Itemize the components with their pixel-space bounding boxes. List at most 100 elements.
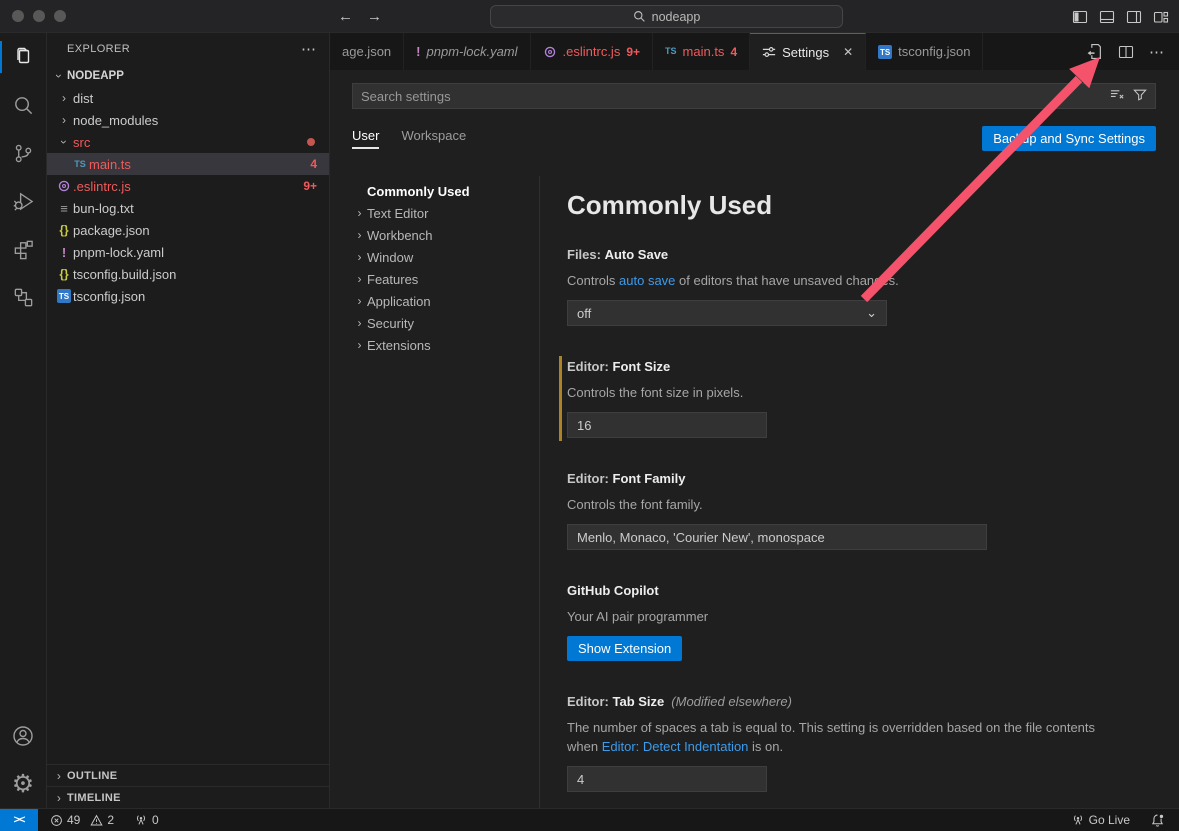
zoom-window-button[interactable] xyxy=(54,10,66,22)
activitybar-accounts[interactable] xyxy=(0,712,46,760)
activitybar-manage-gear[interactable]: ⚙ xyxy=(0,760,46,808)
toggle-panel-icon[interactable] xyxy=(1099,9,1115,25)
settings-scope-user[interactable]: User xyxy=(352,128,379,149)
navigate-forward-icon[interactable]: → xyxy=(367,8,382,25)
toc-item-features[interactable]: ›Features xyxy=(330,268,539,290)
minimize-window-button[interactable] xyxy=(33,10,45,22)
tree-item-label: node_modules xyxy=(73,113,158,128)
setting-select[interactable]: off⌄ xyxy=(567,300,887,326)
notifications-status-item[interactable] xyxy=(1144,813,1171,828)
tab-age-json[interactable]: age.json xyxy=(330,33,404,70)
tree-item-label: src xyxy=(73,135,90,150)
settings-search-box[interactable] xyxy=(352,83,1156,109)
tree-item-dist[interactable]: ›dist xyxy=(47,87,329,109)
tree-item-label: tsconfig.json xyxy=(73,289,145,304)
tab--eslintrc-js[interactable]: .eslintrc.js9+ xyxy=(531,33,653,70)
sidebar-panels: ›OUTLINE›TIMELINE xyxy=(47,764,329,808)
file-icon-slot: {} xyxy=(55,268,73,280)
tab-label: .eslintrc.js xyxy=(563,44,621,59)
tree-item-label: main.ts xyxy=(89,157,131,172)
tree-item-src[interactable]: ›src xyxy=(47,131,329,153)
activitybar-extensions[interactable] xyxy=(0,225,46,273)
file-icon-slot: ≡ xyxy=(55,202,73,215)
tree-item--eslintrc-js[interactable]: .eslintrc.js9+ xyxy=(47,175,329,197)
setting-input[interactable]: Menlo, Monaco, 'Courier New', monospace xyxy=(567,524,987,550)
setting-description-link[interactable]: auto save xyxy=(619,273,675,288)
setting-control: Menlo, Monaco, 'Courier New', monospace xyxy=(567,524,1127,550)
file-icon-slot: ! xyxy=(55,246,73,259)
tab-label: age.json xyxy=(342,44,391,59)
toc-label: Security xyxy=(367,316,414,331)
select-value: off xyxy=(577,306,591,321)
tree-item-node-modules[interactable]: ›node_modules xyxy=(47,109,329,131)
setting-description: The number of spaces a tab is equal to. … xyxy=(567,718,1127,756)
tab-settings[interactable]: Settings✕ xyxy=(750,33,866,70)
settings-scope-workspace[interactable]: Workspace xyxy=(401,128,466,149)
activitybar-explorer[interactable] xyxy=(0,33,46,81)
setting-input[interactable]: 16 xyxy=(567,412,767,438)
customize-layout-icon[interactable] xyxy=(1153,9,1169,25)
show-extension-button[interactable]: Show Extension xyxy=(567,636,682,661)
toggle-primary-sidebar-icon[interactable] xyxy=(1072,9,1088,25)
tab-tsconfig-json[interactable]: TStsconfig.json xyxy=(866,33,983,70)
accounts-icon xyxy=(11,724,35,748)
error-icon xyxy=(50,814,63,827)
tree-item-tsconfig-json[interactable]: TStsconfig.json xyxy=(47,285,329,307)
activitybar-run-and-debug[interactable] xyxy=(0,177,46,225)
toc-item-window[interactable]: ›Window xyxy=(330,246,539,268)
setting-control: Show Extension xyxy=(567,636,1127,661)
tree-item-label: dist xyxy=(73,91,93,106)
setting-description: Your AI pair programmer xyxy=(567,607,1127,626)
remote-indicator[interactable]: >< xyxy=(0,809,38,831)
tree-item-pnpm-lock-yaml[interactable]: !pnpm-lock.yaml xyxy=(47,241,329,263)
explorer-sidebar: EXPLORER ⋯ › NODEAPP ›dist›node_modules›… xyxy=(47,33,330,808)
toggle-secondary-sidebar-icon[interactable] xyxy=(1126,9,1142,25)
open-settings-json-icon[interactable] xyxy=(1086,43,1103,60)
activitybar-remote-explorer[interactable] xyxy=(0,273,46,321)
setting-control: off⌄ xyxy=(567,300,1127,326)
remote-explorer-icon xyxy=(12,286,35,309)
tab-main-ts[interactable]: TSmain.ts4 xyxy=(653,33,750,70)
chevron-right-icon: › xyxy=(51,769,67,783)
tab-pnpm-lock-yaml[interactable]: !pnpm-lock.yaml xyxy=(404,33,530,70)
more-editor-actions-icon[interactable]: ⋯ xyxy=(1149,43,1165,61)
settings-search-input[interactable] xyxy=(361,89,1110,104)
explorer-more-actions-icon[interactable]: ⋯ xyxy=(301,40,317,58)
chevron-right-icon: › xyxy=(352,250,367,264)
warning-icon xyxy=(90,814,103,827)
json-icon: {} xyxy=(59,224,68,236)
activitybar-search[interactable] xyxy=(0,81,46,129)
close-tab-icon[interactable]: ✕ xyxy=(843,45,853,59)
toc-item-application[interactable]: ›Application xyxy=(330,290,539,312)
filter-settings-icon[interactable] xyxy=(1133,88,1147,105)
toc-item-security[interactable]: ›Security xyxy=(330,312,539,334)
go-live-status-item[interactable]: Go Live xyxy=(1065,813,1136,827)
toc-item-text-editor[interactable]: ›Text Editor xyxy=(330,202,539,224)
warning-count: 2 xyxy=(107,813,114,827)
ports-status-item[interactable]: 0 xyxy=(128,813,165,827)
close-window-button[interactable] xyxy=(12,10,24,22)
tree-item-tsconfig-build-json[interactable]: {}tsconfig.build.json xyxy=(47,263,329,285)
backup-sync-settings-button[interactable]: Backup and Sync Settings xyxy=(982,126,1156,151)
status-bar: >< 49 2 0 Go Live xyxy=(0,808,1179,831)
tree-item-main-ts[interactable]: TSmain.ts4 xyxy=(47,153,329,175)
sidebar-panel-outline[interactable]: ›OUTLINE xyxy=(47,764,329,786)
sidebar-panel-timeline[interactable]: ›TIMELINE xyxy=(47,786,329,808)
tree-item-bun-log-txt[interactable]: ≡bun-log.txt xyxy=(47,197,329,219)
toc-item-extensions[interactable]: ›Extensions xyxy=(330,334,539,356)
tree-root-nodeapp[interactable]: › NODEAPP xyxy=(47,65,329,87)
split-editor-icon[interactable] xyxy=(1118,44,1134,60)
setting-description-link[interactable]: Editor: Detect Indentation xyxy=(602,739,749,754)
clear-settings-filter-icon[interactable] xyxy=(1110,87,1125,105)
command-center-search[interactable]: nodeapp xyxy=(490,5,843,28)
setting-input[interactable]: 4 xyxy=(567,766,767,792)
toc-item-workbench[interactable]: ›Workbench xyxy=(330,224,539,246)
problems-status-item[interactable]: 49 2 xyxy=(44,813,120,827)
settings-sliders-icon xyxy=(762,45,776,59)
setting-category: Editor: xyxy=(567,694,613,709)
setting-font-size: Editor: Font SizeControls the font size … xyxy=(567,359,1127,438)
toc-item-commonly-used[interactable]: Commonly Used xyxy=(330,180,539,202)
navigate-back-icon[interactable]: ← xyxy=(338,8,353,25)
activitybar-source-control[interactable] xyxy=(0,129,46,177)
tree-item-package-json[interactable]: {}package.json xyxy=(47,219,329,241)
